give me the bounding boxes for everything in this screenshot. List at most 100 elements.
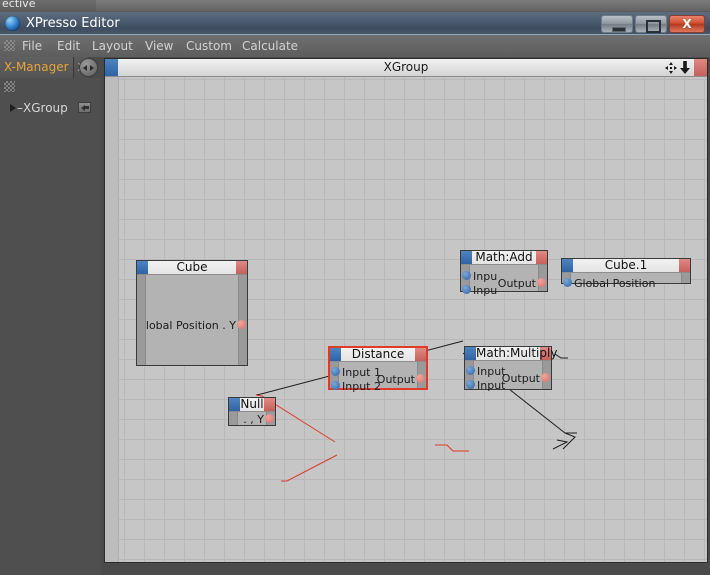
input-port-0[interactable] bbox=[331, 367, 340, 376]
node-title: Cube bbox=[176, 260, 208, 274]
tab-x-manager-label: X-Manager bbox=[4, 60, 69, 74]
output-port-label-0: Output bbox=[376, 373, 415, 386]
menu-grip-icon[interactable] bbox=[4, 40, 15, 51]
node-title: Cube.1 bbox=[604, 258, 648, 272]
node-input-badge-icon[interactable] bbox=[137, 261, 148, 274]
close-button[interactable]: X bbox=[669, 15, 705, 33]
node-header[interactable]: Cube.1 bbox=[562, 258, 690, 273]
xgroup-icon[interactable] bbox=[78, 102, 91, 113]
node-title: Math:Multiply bbox=[476, 346, 558, 360]
node-null[interactable]: Null . , Y bbox=[228, 397, 276, 426]
node-close-badge-icon[interactable] bbox=[536, 251, 547, 264]
output-port-label-0: Output bbox=[501, 372, 540, 385]
node-close-badge-icon[interactable] bbox=[679, 259, 690, 272]
node-close-badge-icon[interactable] bbox=[264, 398, 275, 411]
node-output-column bbox=[681, 273, 690, 283]
input-port-label-0: Inpu bbox=[473, 270, 498, 283]
panel-nav-arrows-icon[interactable] bbox=[79, 58, 98, 77]
move-icon[interactable] bbox=[665, 62, 677, 74]
canvas-left-margin bbox=[105, 77, 119, 562]
node-canvas[interactable]: Cube lobal Position . Y Math:Add Inpu Inpu Ou… bbox=[105, 77, 707, 562]
node-input-badge-icon[interactable] bbox=[330, 348, 341, 361]
output-port-0[interactable] bbox=[537, 278, 546, 287]
minimize-button[interactable] bbox=[601, 15, 633, 33]
node-header[interactable]: Math:Add bbox=[461, 250, 547, 265]
output-port-0[interactable] bbox=[416, 374, 425, 383]
menu-item-edit[interactable]: Edit bbox=[57, 38, 80, 54]
node-distance[interactable]: Distance Input 1 Input 2 Output bbox=[328, 346, 428, 393]
node-close-badge-icon[interactable] bbox=[415, 348, 426, 361]
x-manager-panel: X-Manager X – XGroup bbox=[0, 57, 101, 575]
node-close-badge-icon[interactable] bbox=[236, 261, 247, 274]
node-header[interactable]: Null bbox=[229, 397, 275, 412]
xpresso-editor-window: ective XPresso Editor X File Edit Layout… bbox=[0, 0, 710, 575]
input-port-0[interactable] bbox=[563, 278, 572, 287]
node-title: Distance bbox=[351, 347, 405, 361]
node-input-column bbox=[137, 275, 146, 365]
output-port-label-0: . , Y bbox=[243, 413, 264, 426]
node-header[interactable]: Math:Multiply bbox=[465, 346, 557, 361]
menu-item-view[interactable]: View bbox=[145, 38, 173, 54]
input-port-label-0: Input 1 bbox=[342, 366, 381, 379]
input-port-1[interactable] bbox=[331, 381, 340, 390]
maximize-button[interactable] bbox=[635, 15, 667, 33]
menu-item-layout[interactable]: Layout bbox=[92, 38, 133, 54]
node-body: lobal Position . Y bbox=[137, 275, 247, 365]
node-header[interactable]: Cube bbox=[137, 260, 247, 275]
xgroup-header: XGroup bbox=[105, 59, 707, 77]
output-port-0[interactable] bbox=[541, 373, 550, 382]
xpresso-canvas-pane: XGroup Cube lobal Position . Y Math:Add Inp… bbox=[101, 57, 710, 575]
menu-bar: File Edit Layout View Custom Calculate bbox=[0, 35, 710, 58]
output-port-label-0: Output bbox=[497, 277, 536, 290]
sphere-icon bbox=[5, 16, 20, 31]
node-body: . , Y bbox=[229, 412, 275, 426]
x-manager-tree: – XGroup bbox=[0, 94, 101, 575]
node-input-badge-icon[interactable] bbox=[461, 251, 472, 264]
tab-x-manager[interactable]: X-Manager bbox=[0, 57, 74, 78]
node-math-add[interactable]: Math:Add Inpu Inpu Output bbox=[460, 250, 548, 297]
node-cube-1[interactable]: Cube.1 Global Position bbox=[561, 258, 691, 290]
node-body: Global Position bbox=[562, 273, 690, 290]
chevron-right-icon[interactable] bbox=[10, 104, 16, 112]
node-header[interactable]: Distance bbox=[330, 347, 426, 362]
node-title: Math:Add bbox=[475, 250, 533, 264]
tree-item-xgroup-label: XGroup bbox=[23, 101, 68, 115]
window-title: XPresso Editor bbox=[26, 16, 120, 31]
node-cube[interactable]: Cube lobal Position . Y bbox=[136, 260, 248, 366]
minimize-icon bbox=[612, 27, 626, 32]
node-input-badge-icon[interactable] bbox=[465, 347, 476, 360]
menu-item-calculate[interactable]: Calculate bbox=[242, 38, 298, 54]
output-port-0[interactable] bbox=[237, 320, 246, 329]
node-input-column bbox=[229, 412, 238, 425]
close-icon: X bbox=[682, 17, 692, 31]
input-port-label-1: Inpu bbox=[473, 284, 498, 297]
node-math-multiply[interactable]: Math:Multiply Input Input Output bbox=[464, 346, 557, 392]
tree-item-xgroup[interactable]: – XGroup bbox=[0, 99, 101, 117]
restore-icon bbox=[646, 20, 661, 33]
panel-tab-row: X-Manager X bbox=[0, 57, 101, 78]
node-input-badge-icon[interactable] bbox=[229, 398, 240, 411]
background-window-label: ective bbox=[2, 0, 36, 10]
arrow-down-icon[interactable] bbox=[680, 61, 690, 74]
input-port-0[interactable] bbox=[466, 366, 475, 375]
input-port-label-1: Input 2 bbox=[342, 380, 381, 393]
node-body: Input Input Output bbox=[465, 361, 551, 392]
input-port-1[interactable] bbox=[466, 380, 475, 389]
output-port-label-0: lobal Position . Y bbox=[145, 319, 236, 332]
xgroup-title: XGroup bbox=[383, 60, 429, 74]
title-bar: XPresso Editor X bbox=[0, 12, 710, 35]
background-window-strip-right bbox=[96, 0, 710, 11]
close-badge-icon[interactable] bbox=[694, 59, 707, 76]
node-input-badge-icon[interactable] bbox=[562, 259, 573, 272]
xgroup-window: XGroup Cube lobal Position . Y Math:Add Inp… bbox=[104, 58, 708, 563]
panel-grip-icon[interactable] bbox=[4, 81, 15, 92]
node-body: Inpu Inpu Output bbox=[461, 265, 547, 297]
input-port-1[interactable] bbox=[462, 285, 471, 294]
node-title: Null bbox=[240, 397, 264, 411]
menu-item-file[interactable]: File bbox=[22, 38, 42, 54]
input-port-label-0: Global Position bbox=[574, 277, 656, 290]
menu-item-custom[interactable]: Custom bbox=[186, 38, 232, 54]
output-port-0[interactable] bbox=[265, 414, 274, 423]
panel-toolbar bbox=[0, 78, 101, 95]
input-port-0[interactable] bbox=[462, 271, 471, 280]
